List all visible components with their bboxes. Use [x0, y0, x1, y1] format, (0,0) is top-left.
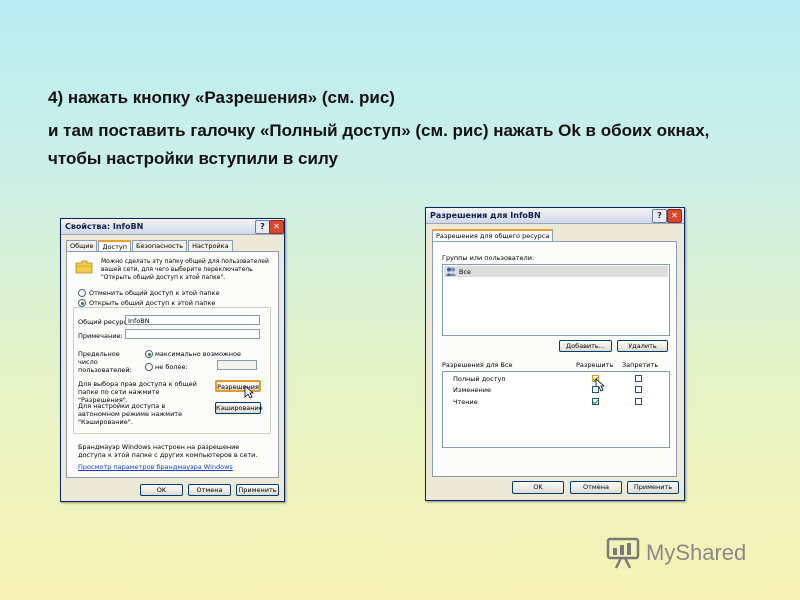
instruction-line-1: 4) нажать кнопку «Разрешения» (см. рис)	[48, 88, 395, 107]
help-button[interactable]: ?	[255, 220, 270, 234]
instruction-line-2: и там поставить галочку «Полный доступ» …	[48, 121, 710, 168]
cancel-button[interactable]: Отмена	[570, 481, 622, 494]
mouse-cursor-icon	[244, 385, 254, 399]
list-item[interactable]: Все	[444, 266, 668, 277]
permissions-button[interactable]: Разрешения	[215, 380, 261, 392]
presentation-board-icon	[606, 537, 640, 569]
users-list[interactable]: Все	[442, 264, 670, 336]
user-limit-label: Предельное число пользователей:	[78, 350, 132, 374]
comment-label: Примечание:	[78, 332, 123, 340]
permission-name: Чтение	[453, 398, 478, 406]
help-button[interactable]: ?	[652, 209, 667, 223]
unshare-radio[interactable]	[78, 289, 86, 297]
unshare-label: Отменить общий доступ к этой папке	[89, 289, 220, 297]
caching-hint: Для настройки доступа в автономном режим…	[78, 402, 183, 426]
limit-users-label: не более:	[155, 363, 188, 371]
share-label: Открыть общий доступ к этой папке	[89, 299, 216, 307]
properties-title: Свойства: InfoBN	[65, 222, 144, 231]
comment-input[interactable]	[125, 329, 260, 339]
deny-full-access-checkbox[interactable]	[635, 375, 642, 382]
close-button[interactable]: ✕	[269, 220, 284, 234]
access-panel: Можно сделать эту папку общей для пользо…	[66, 251, 279, 478]
user-count-stepper[interactable]	[217, 360, 257, 370]
ok-button[interactable]: OK	[140, 484, 183, 496]
firewall-text: Брандмауэр Windows настроен на разрешени…	[78, 443, 258, 459]
share-permissions-panel: Группы или пользователи: Все Добавить...…	[432, 241, 677, 477]
users-group-icon	[446, 267, 456, 276]
firewall-settings-link[interactable]: Просмотр параметров брандмауэра Windows	[78, 463, 233, 471]
apply-button[interactable]: Применить	[627, 481, 679, 494]
share-name-input[interactable]: InfoBN	[125, 315, 260, 325]
remove-button[interactable]: Удалить	[617, 340, 668, 352]
permissions-table: Полный доступ Изменение Чтение	[442, 371, 670, 448]
allow-change-checkbox[interactable]	[592, 386, 599, 393]
deny-header: Запретить	[622, 361, 659, 369]
permissions-dialog: Разрешения для InfoBN ? ✕ Разрешения для…	[425, 207, 685, 501]
intro-text: Можно сделать эту папку общей для пользо…	[101, 258, 269, 281]
permissions-title: Разрешения для InfoBN	[430, 211, 541, 220]
allow-read-checkbox[interactable]	[592, 398, 599, 405]
permission-name: Изменение	[453, 386, 491, 394]
logo-text: MyShared	[646, 540, 747, 565]
deny-read-checkbox[interactable]	[635, 398, 642, 405]
permissions-titlebar: Разрешения для InfoBN ? ✕	[426, 208, 684, 224]
user-name: Все	[459, 268, 472, 276]
permissions-hint: Для выбора прав доступа к общей папке по…	[78, 380, 197, 404]
properties-titlebar: Свойства: InfoBN ? ✕	[61, 219, 284, 235]
share-radio[interactable]	[78, 299, 86, 307]
groups-label: Группы или пользователи:	[442, 254, 535, 262]
ok-button[interactable]: OK	[512, 481, 564, 494]
permission-name: Полный доступ	[453, 375, 506, 383]
share-name-label: Общий ресурс:	[78, 318, 130, 326]
add-button[interactable]: Добавить...	[559, 340, 612, 352]
myshared-logo: MyShared	[606, 536, 746, 570]
allow-header: Разрешить	[576, 361, 614, 369]
shared-folder-icon	[75, 260, 93, 274]
limit-users-radio[interactable]	[145, 363, 153, 371]
caching-button[interactable]: Кэширование	[215, 402, 263, 414]
apply-button[interactable]: Применить	[236, 484, 279, 496]
max-users-label: максимально возможное	[155, 350, 242, 358]
permissions-for-label: Разрешения для Все	[442, 361, 513, 369]
max-users-radio[interactable]	[145, 350, 153, 358]
cancel-button[interactable]: Отмена	[188, 484, 231, 496]
deny-change-checkbox[interactable]	[635, 386, 642, 393]
properties-dialog: Свойства: InfoBN ? ✕ Общие Доступ Безопа…	[60, 218, 285, 502]
close-button[interactable]: ✕	[667, 209, 682, 223]
